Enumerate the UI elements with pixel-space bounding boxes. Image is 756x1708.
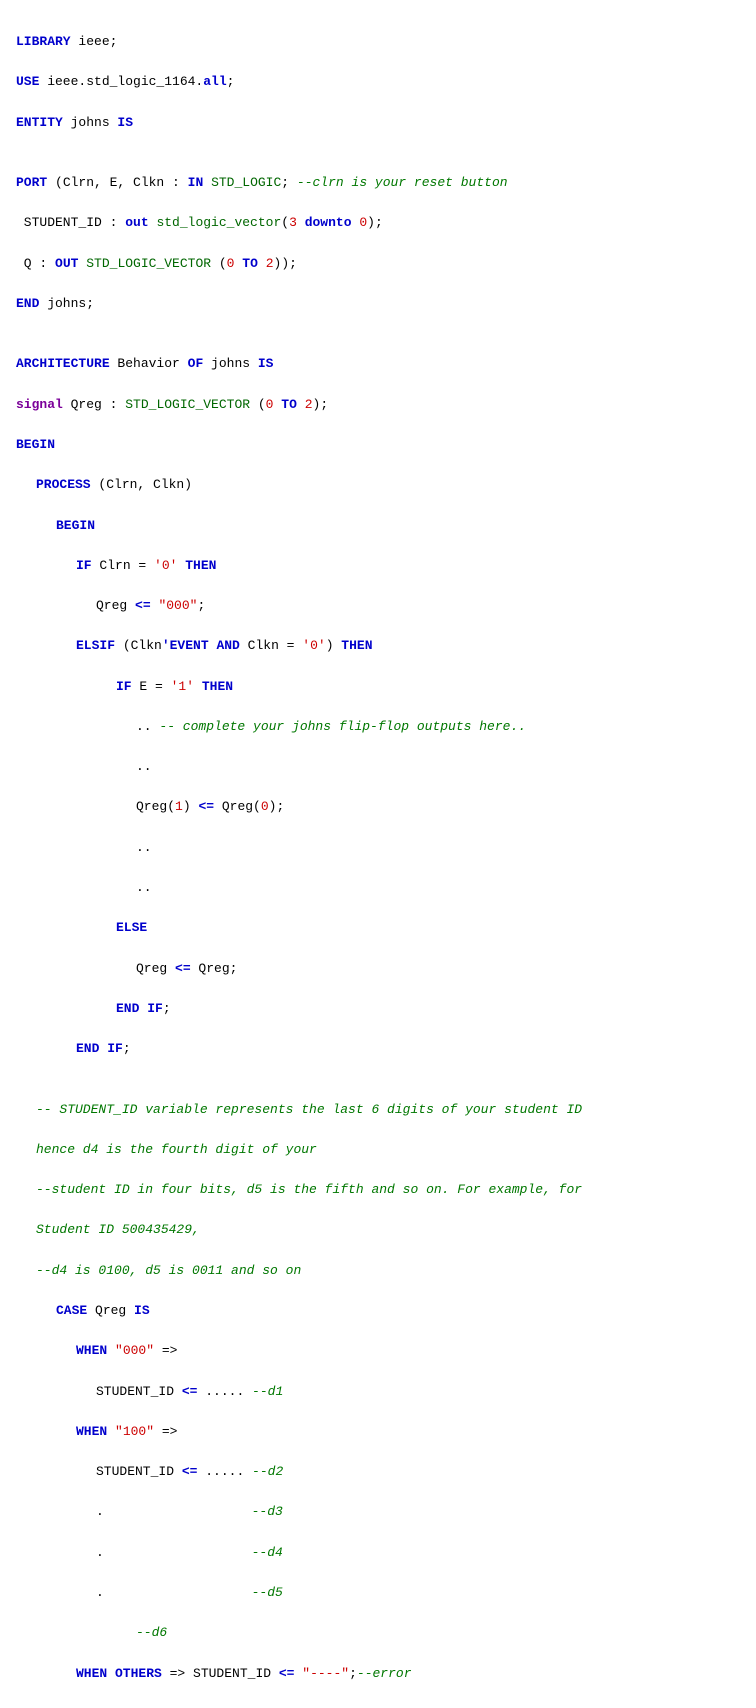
line-11: signal Qreg : STD_LOGIC_VECTOR (0 TO 2); [16,395,740,415]
line-1: LIBRARY ieee; [16,32,740,52]
line-17: ELSIF (Clkn'EVENT AND Clkn = '0') THEN [16,636,740,656]
line-24: ELSE [16,918,740,938]
line-2: USE ieee.std_logic_1164.all; [16,72,740,92]
line-3: ENTITY johns IS [16,113,740,133]
line-27: END IF; [16,1039,740,1059]
line-10: ARCHITECTURE Behavior OF johns IS [16,354,740,374]
line-21: Qreg(1) <= Qreg(0); [16,797,740,817]
line-22: .. [16,838,740,858]
line-29: -- STUDENT_ID variable represents the la… [16,1100,740,1120]
code-editor: LIBRARY ieee; USE ieee.std_logic_1164.al… [16,12,740,1708]
line-23: .. [16,878,740,898]
line-32: Student ID 500435429, [16,1220,740,1240]
line-31: --student ID in four bits, d5 is the fif… [16,1180,740,1200]
line-7: Q : OUT STD_LOGIC_VECTOR (0 TO 2)); [16,254,740,274]
line-26: END IF; [16,999,740,1019]
line-40: . --d4 [16,1543,740,1563]
line-14: BEGIN [16,516,740,536]
line-37: WHEN "100" => [16,1422,740,1442]
line-38: STUDENT_ID <= ..... --d2 [16,1462,740,1482]
line-34: CASE Qreg IS [16,1301,740,1321]
line-5: PORT (Clrn, E, Clkn : IN STD_LOGIC; --cl… [16,173,740,193]
line-42: --d6 [16,1623,740,1643]
line-19: .. -- complete your johns flip-flop outp… [16,717,740,737]
line-44: END CASE; [16,1704,740,1708]
line-35: WHEN "000" => [16,1341,740,1361]
line-6: STUDENT_ID : out std_logic_vector(3 down… [16,213,740,233]
line-33: --d4 is 0100, d5 is 0011 and so on [16,1261,740,1281]
line-41: . --d5 [16,1583,740,1603]
line-25: Qreg <= Qreg; [16,959,740,979]
line-20: .. [16,757,740,777]
line-16: Qreg <= "000"; [16,596,740,616]
line-30: hence d4 is the fourth digit of your [16,1140,740,1160]
line-39: . --d3 [16,1502,740,1522]
line-8: END johns; [16,294,740,314]
line-18: IF E = '1' THEN [16,677,740,697]
line-15: IF Clrn = '0' THEN [16,556,740,576]
line-36: STUDENT_ID <= ..... --d1 [16,1382,740,1402]
line-12: BEGIN [16,435,740,455]
line-13: PROCESS (Clrn, Clkn) [16,475,740,495]
line-43: WHEN OTHERS => STUDENT_ID <= "----";--er… [16,1664,740,1684]
